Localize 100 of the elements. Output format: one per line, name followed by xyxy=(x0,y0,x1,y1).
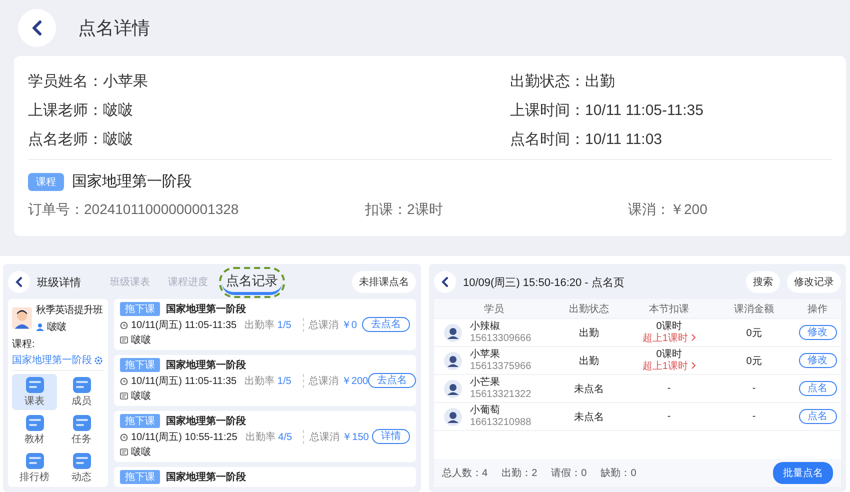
lesson-deduction: 0课时 xyxy=(656,348,682,360)
unscheduled-rollcall-button[interactable]: 未排课点名 xyxy=(352,271,416,293)
panel-title: 10/09(周三) 15:50-16:20 - 点名页 xyxy=(463,276,626,290)
amount: - xyxy=(751,383,757,394)
course-tag: 课程 xyxy=(28,172,64,190)
chevron-left-icon xyxy=(31,20,43,36)
header-button[interactable]: 搜索 xyxy=(746,271,780,293)
status-tag: 拖下课 xyxy=(120,302,160,316)
person-icon xyxy=(36,323,44,331)
tab[interactable]: 课程进度 xyxy=(164,273,212,291)
field-label: 出勤状态： xyxy=(510,73,585,90)
lesson-deduction: - xyxy=(667,382,671,394)
chevron-right-icon xyxy=(690,362,696,368)
teacher-icon xyxy=(120,392,128,400)
clock-icon xyxy=(120,376,128,384)
field-label: 上课老师： xyxy=(28,102,103,119)
column-header: 操作 xyxy=(806,302,828,316)
summary-stat: 缺勤：0 xyxy=(600,466,636,480)
meta-value: ￥200 xyxy=(670,201,708,217)
record-action-button[interactable]: 去点名 xyxy=(362,317,410,332)
clock-icon xyxy=(120,320,128,328)
menu-item[interactable]: 成员 xyxy=(59,374,104,410)
student-phone: 15613375966 xyxy=(470,360,532,372)
meta-value: 2课时 xyxy=(407,201,443,217)
amount: 0元 xyxy=(745,326,763,340)
header-button[interactable]: 修改记录 xyxy=(787,271,841,293)
student-phone: 15613309666 xyxy=(470,332,532,344)
total-value: ￥0 xyxy=(341,320,357,330)
course-label: 课程: xyxy=(12,338,35,351)
total-label: 总课消 xyxy=(308,376,339,386)
record-title: 国家地理第一阶段 xyxy=(166,302,246,316)
over-lesson-link[interactable]: 超上1课时 xyxy=(642,360,696,372)
row-action-button[interactable]: 点名 xyxy=(798,409,836,424)
total-value: ￥200 xyxy=(341,376,368,386)
tab[interactable]: 班级课表 xyxy=(106,273,154,291)
summary-stat: 出勤：2 xyxy=(502,466,538,480)
record-action-button[interactable]: 去点名 xyxy=(368,373,416,388)
column-header: 本节扣课 xyxy=(648,302,690,316)
field-label: 上课时间： xyxy=(510,102,585,119)
status-tag: 拖下课 xyxy=(120,470,160,484)
field-label: 点名时间： xyxy=(510,131,585,148)
lesson-deduction: 0课时 xyxy=(656,320,682,332)
meta-label: 课消： xyxy=(628,201,670,217)
field-label: 学员姓名： xyxy=(28,73,103,90)
menu-label: 成员 xyxy=(72,394,92,408)
menu-item[interactable]: 课表 xyxy=(12,374,57,410)
rate-value: 4/5 xyxy=(278,432,292,442)
attendance-status: 出勤 xyxy=(578,354,600,368)
student-name: 小苹果 xyxy=(470,348,501,360)
back-button[interactable] xyxy=(434,271,456,293)
page-title: 点名详情 xyxy=(78,17,150,40)
total-label: 总课消 xyxy=(308,320,339,330)
menu-item[interactable]: 动态 xyxy=(59,450,104,486)
record-teacher: 啵啵 xyxy=(131,446,151,459)
total-value: ￥150 xyxy=(342,432,369,442)
student-name: 小芒果 xyxy=(470,376,501,388)
teacher-icon xyxy=(120,336,128,344)
menu-label: 任务 xyxy=(72,433,92,446)
field-value: 10/11 11:05-11:35 xyxy=(585,102,704,119)
record-title: 国家地理第一阶段 xyxy=(166,470,246,484)
course-title: 国家地理第一阶段 xyxy=(72,172,192,191)
menu-label: 教材 xyxy=(24,432,44,446)
back-button[interactable] xyxy=(8,271,30,293)
record-teacher: 啵啵 xyxy=(131,334,151,347)
row-action-button[interactable]: 点名 xyxy=(798,381,836,396)
class-name: 秋季英语提升班 xyxy=(36,304,102,317)
record-time: 10/11(周五) 11:05-11:35 xyxy=(131,374,237,388)
course-link[interactable]: 国家地理第一阶段 xyxy=(12,353,92,367)
column-header: 课消金额 xyxy=(733,302,775,316)
summary-stat: 请假：0 xyxy=(551,466,587,480)
menu-label: 动态 xyxy=(72,470,92,484)
row-action-button[interactable]: 修改 xyxy=(798,325,836,340)
status-tag: 拖下课 xyxy=(120,358,160,372)
meta-label: 订单号： xyxy=(28,201,84,217)
menu-item[interactable]: 教材 xyxy=(12,412,57,448)
rate-value: 1/5 xyxy=(277,320,292,330)
column-header: 出勤状态 xyxy=(568,302,610,316)
field-value: 啵啵 xyxy=(103,102,133,119)
student-avatar-icon xyxy=(444,408,462,426)
field-value: 10/11 11:03 xyxy=(585,131,662,148)
record-time: 10/11(周五) 10:55-11:25 xyxy=(131,430,238,444)
student-avatar-icon xyxy=(444,324,462,342)
record-action-button[interactable]: 详情 xyxy=(372,429,410,444)
rate-label: 出勤率 xyxy=(244,376,275,386)
student-avatar-icon xyxy=(444,380,462,398)
over-lesson-link[interactable]: 超上1课时 xyxy=(642,332,696,344)
record-title: 国家地理第一阶段 xyxy=(166,414,246,428)
menu-item[interactable]: 排行榜 xyxy=(12,450,57,486)
amount: - xyxy=(751,411,757,422)
field-value: 小苹果 xyxy=(103,73,148,90)
row-action-button[interactable]: 修改 xyxy=(798,353,836,368)
batch-rollcall-button[interactable]: 批量点名 xyxy=(773,462,833,484)
menu-item[interactable]: 任务 xyxy=(59,412,104,448)
field-value: 出勤 xyxy=(585,73,615,90)
back-button[interactable] xyxy=(18,9,56,47)
record-time: 10/11(周五) 11:05-11:35 xyxy=(131,318,237,332)
student-phone: 15613321322 xyxy=(470,388,532,400)
lesson-deduction: - xyxy=(667,410,671,422)
record-title: 国家地理第一阶段 xyxy=(166,358,246,372)
settings-icon[interactable] xyxy=(94,356,103,364)
